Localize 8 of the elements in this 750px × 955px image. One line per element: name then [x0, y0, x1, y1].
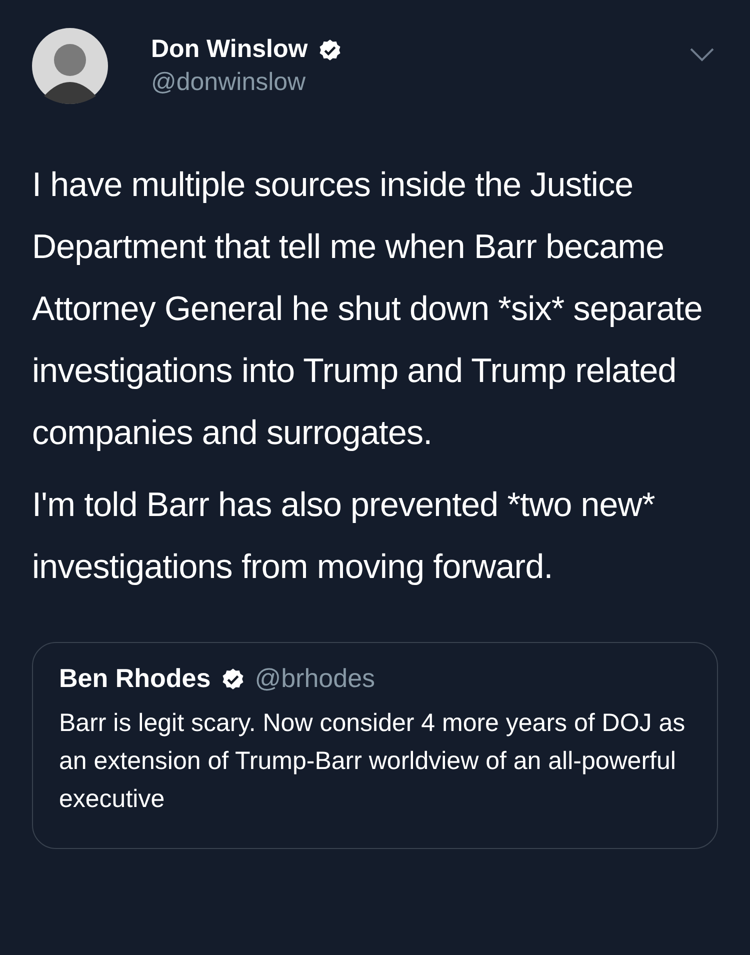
author-name: Don Winslow: [151, 35, 308, 64]
tweet-text: I have multiple sources inside the Justice Department that tell me when Barr became Attorney General he shut down *six* separate investigations into Trump and Trump related companies and surrogates.: [32, 165, 704, 454]
quoted-tweet-text: Barr is legit scary. Now consider 4 more years of DOJ as an extension of Trump-Barr worldview of an all-powerful executive: [59, 708, 686, 815]
quoted-author-name: Ben Rhodes: [59, 663, 211, 694]
tweet-text: I'm told Barr has also prevented *two new* investigations from moving forward.: [32, 485, 656, 588]
quoted-author-handle: @brhodes: [254, 663, 376, 694]
author-handle: @donwinslow: [151, 68, 307, 97]
quoted-tweet-card[interactable]: Ben Rhodes @brhodes Barr is legit scary. Now consider 4 more years of DOJ as an extension of Trump-Barr worldview of an all-powerful executive: [32, 642, 718, 849]
